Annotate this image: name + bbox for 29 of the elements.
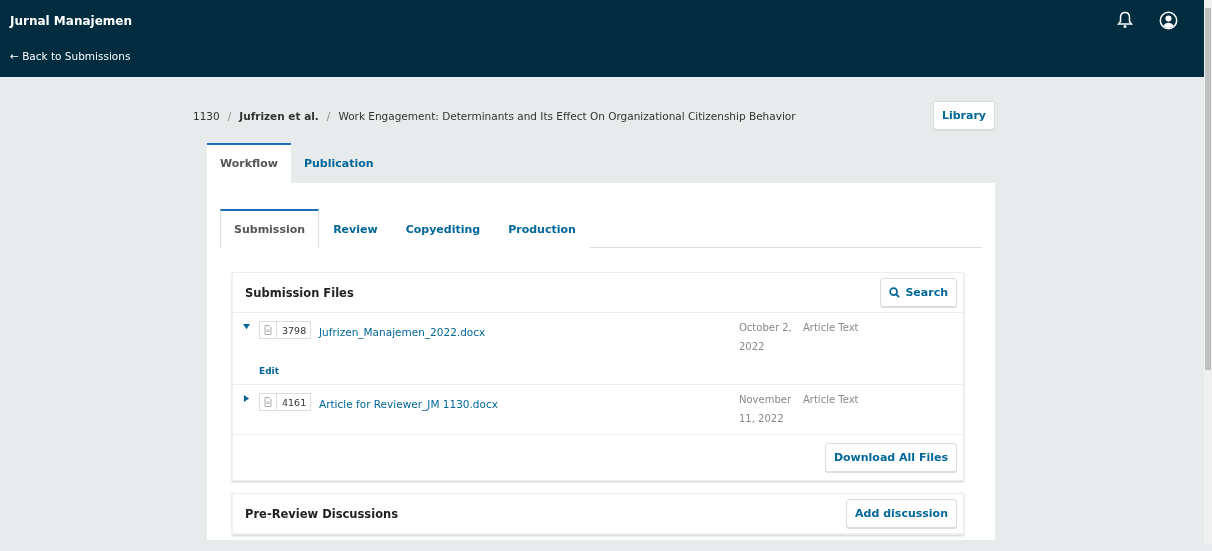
journal-title: Jurnal Manajemen: [10, 14, 132, 28]
submission-title: Work Engagement: Determinants and Its Effect On Organizational Citizenship Behavior: [338, 109, 796, 122]
search-button[interactable]: Search: [880, 278, 957, 307]
card-title: Pre-Review Discussions: [245, 506, 399, 521]
file-id-badge: 4161: [259, 393, 311, 411]
file-link[interactable]: Jufrizen_Manajemen_2022.docx: [319, 326, 486, 338]
library-button[interactable]: Library: [932, 101, 995, 130]
file-date: October 2, 2022: [739, 321, 793, 354]
file-type: Article Text: [803, 393, 860, 407]
stage-tab[interactable]: Submission: [220, 209, 320, 248]
breadcrumb-separator: /: [326, 109, 331, 122]
edit-link[interactable]: Edit: [259, 366, 279, 376]
search-icon: [889, 287, 901, 298]
add-discussion-button[interactable]: Add discussion: [846, 499, 957, 528]
breadcrumb-separator: /: [227, 109, 232, 122]
download-all-button[interactable]: Download All Files: [824, 443, 957, 472]
file-id-badge: 3798: [259, 321, 311, 339]
file-date: November 11, 2022: [739, 393, 793, 426]
bell-icon[interactable]: [1117, 11, 1133, 29]
submission-authors: Jufrizen et al.: [239, 109, 319, 122]
tab[interactable]: Workflow: [207, 143, 291, 183]
card-title: Submission Files: [245, 285, 354, 300]
file-type: Article Text: [803, 321, 860, 335]
scrollbar-drawing[interactable]: [1204, 0, 1212, 544]
back-link[interactable]: ← Back to Submissions: [10, 50, 132, 62]
file-link[interactable]: Article for Reviewer_JM 1130.docx: [319, 398, 498, 410]
submission-id: 1130: [193, 109, 220, 122]
tab[interactable]: Publication: [290, 143, 387, 183]
user-icon[interactable]: [1159, 11, 1178, 30]
